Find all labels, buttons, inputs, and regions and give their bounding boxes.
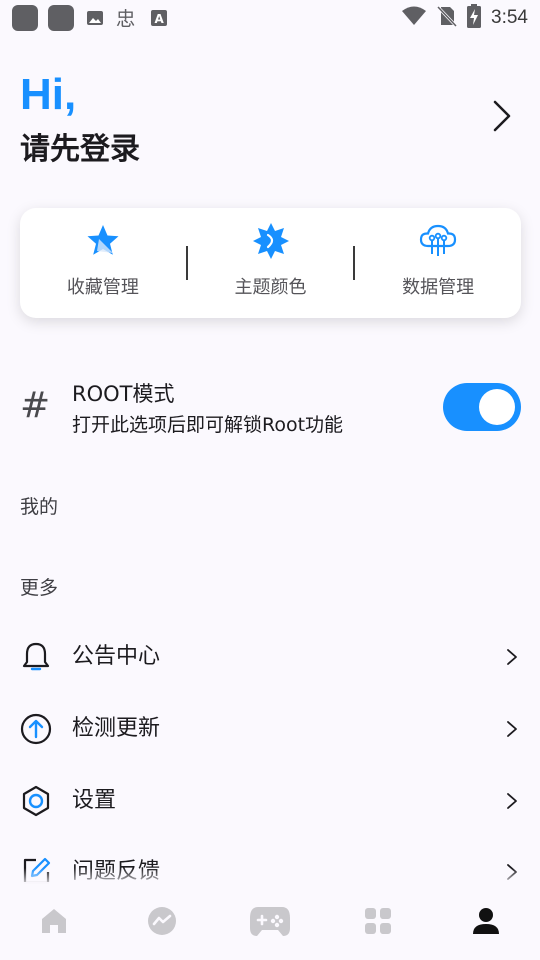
quick-action-favorites[interactable]: 收藏管理 [20,208,186,318]
hexagon-settings-icon [20,785,52,817]
menu-label: 检测更新 [72,716,161,741]
battery-charging-icon [467,4,482,32]
cloud-data-icon [418,221,458,261]
section-title-more: 更多 [20,577,59,599]
app-notification-icon [12,5,38,31]
chevron-right-icon [502,645,522,669]
nav-profile[interactable] [459,894,513,948]
root-mode-subtitle: 打开此选项后即可解锁Root功能 [72,414,344,436]
quick-action-label: 数据管理 [402,277,475,298]
chevron-right-icon [502,789,522,813]
login-prompt[interactable]: 请先登录 [20,130,140,170]
root-mode-toggle[interactable] [443,383,521,431]
menu-label: 公告中心 [72,644,161,669]
nav-apps[interactable] [351,894,405,948]
star-icon [83,221,123,261]
grid-icon [365,908,391,934]
no-sim-icon [436,5,458,31]
quick-action-data[interactable]: 数据管理 [355,208,521,318]
theme-icon [251,221,291,261]
status-time: 3:54 [491,7,528,28]
quick-action-label: 收藏管理 [66,277,139,298]
menu-item-check-update[interactable]: 检测更新 [0,693,540,765]
quick-action-theme[interactable]: 主题颜色 [188,208,354,318]
root-mode-title: ROOT模式 [72,382,175,406]
wifi-icon [401,5,427,31]
font-icon: A [148,7,170,29]
toggle-knob [479,389,515,425]
greeting-text: Hi, [20,70,77,119]
gamepad-icon [250,907,290,936]
svg-text:A: A [155,12,165,26]
image-icon [84,7,106,29]
menu-item-settings[interactable]: 设置 [0,765,540,837]
quick-actions-card: 收藏管理 主题颜色 数据管理 [20,208,521,318]
nav-home[interactable] [27,894,81,948]
chat-icon [148,907,176,935]
svg-text:忠: 忠 [116,7,135,29]
chevron-right-icon[interactable] [484,96,520,136]
nav-messages[interactable] [135,894,189,948]
hash-icon: # [20,385,51,426]
arrow-up-circle-icon [20,713,52,745]
app-notification-icon [48,5,74,31]
nav-games[interactable] [243,894,297,948]
status-bar: 忠 A 3:54 [0,0,540,36]
wechat-icon: 忠 [116,7,138,29]
chevron-right-icon [502,717,522,741]
person-icon [473,908,499,934]
menu-item-announcements[interactable]: 公告中心 [0,621,540,693]
menu-label: 设置 [72,788,117,813]
home-icon [42,909,66,933]
section-title-mine: 我的 [20,496,59,518]
bottom-navigation [0,882,540,960]
quick-action-label: 主题颜色 [234,277,307,298]
bell-icon [20,641,52,673]
